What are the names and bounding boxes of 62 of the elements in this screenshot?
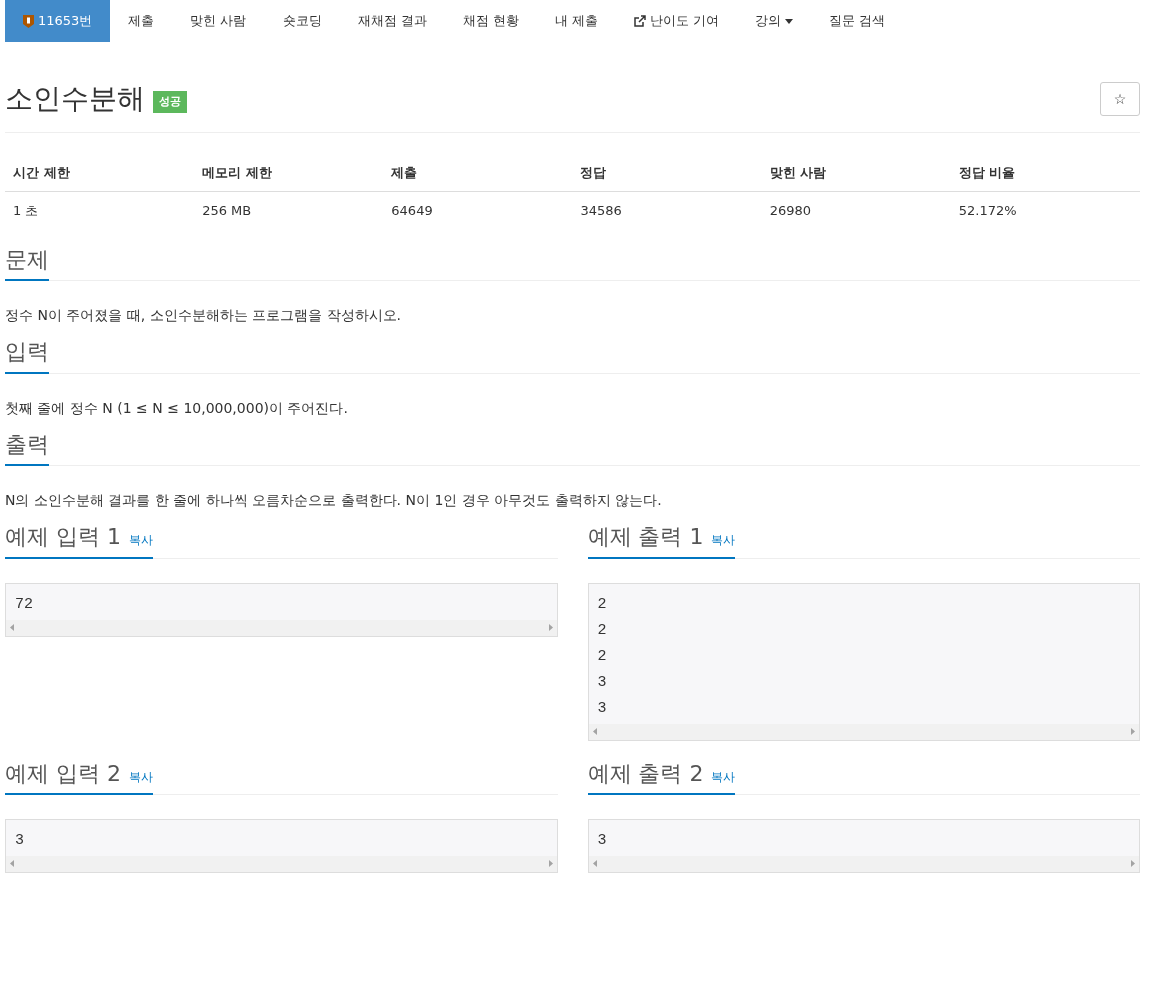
nav-tab[interactable]: 숏코딩: [264, 0, 340, 42]
scroll-left-icon: [592, 728, 597, 736]
table-header: 시간 제한: [5, 155, 195, 191]
table-header: 정답: [572, 155, 762, 191]
nav-tab[interactable]: 채점 현황: [444, 0, 537, 42]
section-text: 정수 N이 주어졌을 때, 소인수분해하는 프로그램을 작성하시오.: [5, 306, 403, 326]
nav-tab[interactable]: 질문 검색: [811, 0, 904, 42]
section-heading: 예제 출력 1: [587, 524, 704, 551]
table-header: 정답 비율: [950, 155, 1140, 191]
table-header: 메모리 제한: [194, 155, 384, 191]
code-line: 3: [597, 830, 607, 851]
code-line: 72: [15, 594, 33, 615]
horizontal-scrollbar[interactable]: [6, 855, 557, 872]
table-cell: 52.172%: [950, 191, 1140, 229]
nav-tab[interactable]: 난이도 기여: [615, 0, 738, 42]
tier-badge-icon: [23, 14, 34, 28]
code-line: 3: [597, 672, 607, 693]
copy-link[interactable]: 복사: [129, 767, 153, 786]
code-line: 2: [597, 646, 607, 667]
code-line: 2: [597, 594, 607, 615]
scroll-left-icon: [10, 860, 14, 868]
horizontal-scrollbar[interactable]: [588, 855, 1139, 872]
section-heading: 예제 출력 2: [587, 760, 704, 787]
status-badge: 성공: [153, 90, 187, 114]
nav-tab[interactable]: 11653번: [5, 0, 111, 42]
horizontal-scrollbar[interactable]: [588, 723, 1139, 740]
table-cell: 64649: [383, 191, 573, 229]
problem-title: 소인수분해: [5, 85, 145, 113]
nav-tab[interactable]: 내 제출: [536, 0, 616, 42]
scroll-right-icon: [1131, 860, 1135, 868]
copy-link[interactable]: 복사: [711, 767, 736, 786]
nav-tab[interactable]: 강의: [737, 0, 812, 42]
table-cell: 26980: [761, 191, 951, 229]
section-heading: 예제 입력 1: [5, 524, 121, 551]
code-line: 2: [597, 620, 607, 641]
section-heading: 입력: [5, 339, 49, 366]
nav-tab[interactable]: 재채점 결과: [339, 0, 445, 42]
bookmark-button[interactable]: ☆: [1100, 82, 1140, 116]
section-text: 첫째 줄에 정수 N (1 ≤ N ≤ 10,000,000)이 주어진다.: [5, 398, 349, 418]
scroll-right-icon: [1131, 728, 1135, 736]
scroll-right-icon: [548, 624, 553, 632]
horizontal-scrollbar[interactable]: [6, 619, 557, 636]
table-cell: 1 초: [5, 191, 195, 229]
section-heading: 문제: [5, 247, 49, 274]
nav-tab[interactable]: 맞힌 사람: [172, 0, 265, 42]
code-line: 3: [597, 698, 607, 719]
section-heading: 예제 입력 2: [5, 760, 121, 787]
table-cell: 34586: [572, 191, 762, 229]
caret-icon: [785, 18, 794, 24]
external-link-icon: [633, 15, 646, 27]
code-line: 3: [15, 830, 24, 851]
nav-tab[interactable]: 제출: [110, 0, 173, 42]
section-heading: 출력: [5, 431, 49, 459]
scroll-left-icon: [10, 624, 14, 632]
section-text: N의 소인수분해 결과를 한 줄에 하나씩 오름차순으로 출력한다. N이 1인 경우 아무것도 출력하지 않는다.: [5, 491, 663, 511]
table-header: 맞힌 사람: [761, 155, 951, 191]
copy-link[interactable]: 복사: [129, 531, 153, 550]
table-header: 제출: [383, 155, 573, 191]
scroll-left-icon: [592, 860, 597, 868]
table-cell: 256 MB: [194, 191, 384, 229]
copy-link[interactable]: 복사: [711, 531, 736, 550]
scroll-right-icon: [548, 860, 553, 868]
